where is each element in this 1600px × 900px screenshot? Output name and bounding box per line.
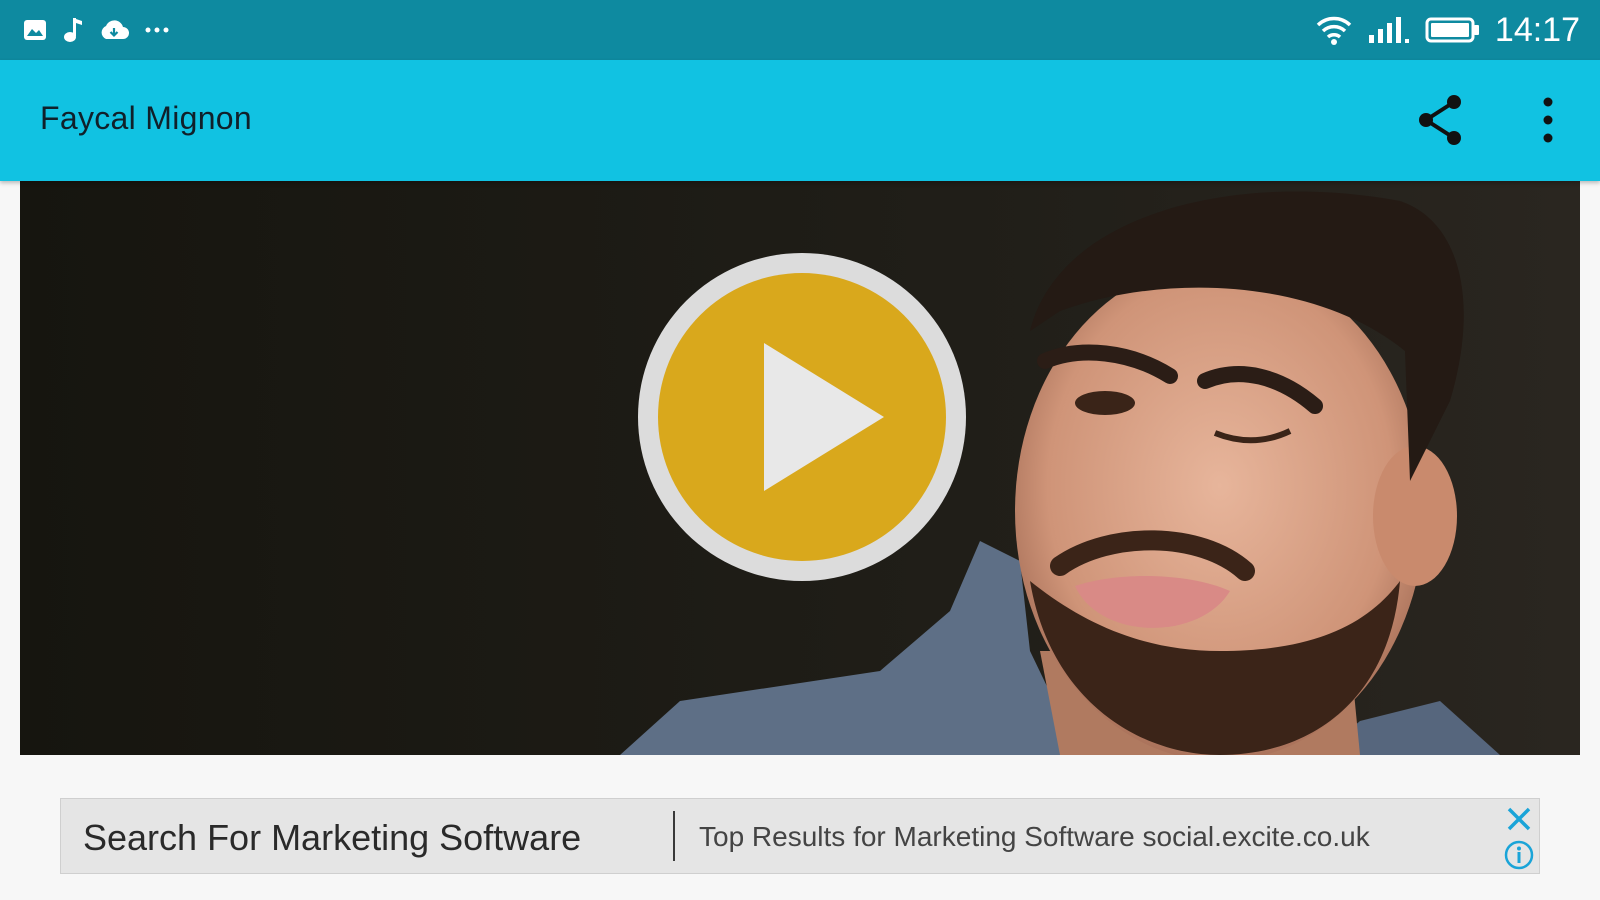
gallery-icon bbox=[24, 20, 46, 40]
play-button[interactable] bbox=[632, 247, 972, 587]
overflow-menu-button[interactable] bbox=[1520, 90, 1576, 150]
system-status: 14:17 bbox=[1315, 10, 1580, 50]
cloud-icon bbox=[101, 20, 129, 39]
page-title: Faycal Mignon bbox=[40, 100, 252, 136]
app-bar: Faycal Mignon bbox=[0, 60, 1600, 181]
close-icon bbox=[1507, 807, 1531, 831]
share-icon bbox=[1419, 95, 1461, 145]
ad-text: Top Results for Marketing Software socia… bbox=[699, 821, 1370, 852]
play-icon bbox=[638, 253, 966, 581]
signal-icon bbox=[1368, 17, 1409, 43]
ad-divider bbox=[673, 811, 675, 861]
overflow-menu-icon bbox=[1543, 97, 1553, 143]
ad-info-button[interactable] bbox=[1503, 839, 1535, 871]
battery-icon bbox=[1425, 17, 1479, 43]
music-icon bbox=[64, 18, 82, 42]
clock: 14:17 bbox=[1494, 11, 1580, 49]
ad-area: Search For Marketing Software Top Result… bbox=[0, 756, 1600, 900]
status-bar: 14:17 bbox=[0, 0, 1600, 60]
ad-close-button[interactable] bbox=[1503, 803, 1535, 835]
more-dots-icon bbox=[145, 27, 169, 33]
info-icon bbox=[1504, 840, 1534, 870]
main-content bbox=[0, 181, 1600, 756]
ad-headline: Search For Marketing Software bbox=[83, 817, 582, 858]
wifi-icon bbox=[1316, 16, 1352, 45]
notification-icons bbox=[22, 16, 170, 44]
ad-banner[interactable]: Search For Marketing Software Top Result… bbox=[60, 798, 1540, 874]
video-thumbnail[interactable] bbox=[20, 181, 1580, 755]
share-button[interactable] bbox=[1414, 90, 1470, 150]
